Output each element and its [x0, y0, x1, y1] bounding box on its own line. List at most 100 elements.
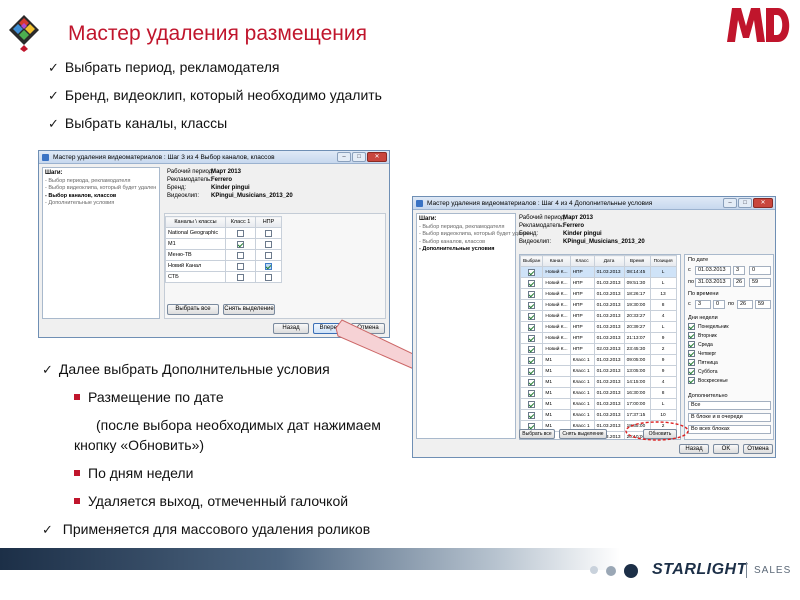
row-checkbox[interactable]: [528, 411, 536, 419]
ok-button[interactable]: OK: [713, 444, 739, 454]
table-cell: Новий К...: [542, 310, 571, 322]
checkbox[interactable]: [237, 229, 244, 237]
minute-from-input[interactable]: 0: [749, 266, 771, 275]
weekday-item[interactable]: Среда: [688, 341, 729, 350]
hour-from-input[interactable]: 3: [733, 266, 745, 275]
extra-select-3[interactable]: Во всех блоках: [688, 425, 771, 434]
table-cell: 08:14:45: [623, 266, 651, 278]
column-header[interactable]: Класс: [569, 255, 595, 267]
column-header[interactable]: Дата: [593, 255, 625, 267]
table-cell: Новий К...: [542, 288, 571, 300]
footer-stripe: [0, 548, 620, 570]
table-cell: 8: [649, 299, 677, 311]
table-row: M1: [165, 238, 282, 250]
weekday-checkbox[interactable]: [688, 350, 695, 358]
weekday-item[interactable]: Четверг: [688, 350, 729, 359]
row-checkbox[interactable]: [528, 367, 536, 375]
table-row[interactable]: M1 Класс 1 01.03.2013 09:05:00 9: [520, 354, 677, 366]
row-checkbox[interactable]: [528, 312, 536, 320]
row-checkbox[interactable]: [528, 323, 536, 331]
weekday-item[interactable]: Воскресенье: [688, 377, 729, 386]
deselect-button[interactable]: Снять выделение: [223, 304, 275, 315]
grid-header[interactable]: НПР: [255, 216, 282, 228]
weekday-item[interactable]: Суббота: [688, 368, 729, 377]
table-row[interactable]: M1 Класс 1 01.03.2013 14:15:00 4: [520, 376, 677, 388]
time-from-hour-input[interactable]: 3: [695, 300, 711, 309]
checkbox[interactable]: [265, 240, 272, 248]
table-row[interactable]: M1 Класс 1 01.03.2013 13:05:00 9: [520, 365, 677, 377]
table-row[interactable]: M1 Класс 1 01.03.2013 17:37:15 10: [520, 409, 677, 421]
column-header[interactable]: Канал: [542, 255, 571, 267]
row-checkbox[interactable]: [528, 279, 536, 287]
grid-header[interactable]: Класс 1: [225, 216, 256, 228]
row-checkbox[interactable]: [528, 301, 536, 309]
checkbox[interactable]: [237, 240, 244, 248]
checkbox[interactable]: [265, 251, 272, 259]
weekday-item[interactable]: Вторник: [688, 332, 729, 341]
row-checkbox[interactable]: [528, 356, 536, 364]
minute-to-input[interactable]: 59: [749, 278, 771, 287]
checkbox[interactable]: [265, 262, 272, 270]
extra-select-1[interactable]: Все: [688, 401, 771, 410]
table-row[interactable]: Новий К... НПР 01.03.2013 19:30:00 8: [520, 299, 677, 311]
row-checkbox[interactable]: [528, 268, 536, 276]
table-row[interactable]: Новий К... НПР 02.03.2013 23:45:30 2: [520, 343, 677, 355]
table-row[interactable]: Новий К... НПР 01.03.2013 18:26:17 13: [520, 288, 677, 300]
close-button[interactable]: ✕: [367, 152, 387, 162]
weekday-checkbox[interactable]: [688, 332, 695, 340]
time-to-minute-input[interactable]: 59: [755, 300, 771, 309]
date-from-input[interactable]: 01.03.2013: [695, 266, 731, 275]
deselect-button[interactable]: Снять выделение: [559, 429, 607, 439]
row-checkbox[interactable]: [528, 345, 536, 353]
grid-header[interactable]: Каналы \ классы: [165, 216, 226, 228]
time-to-hour-input[interactable]: 26: [737, 300, 753, 309]
select-all-button[interactable]: Выбрать все: [519, 429, 555, 439]
minimize-button[interactable]: –: [723, 198, 737, 208]
hour-to-input[interactable]: 26: [733, 278, 745, 287]
back-button[interactable]: Назад: [273, 323, 309, 334]
column-header[interactable]: Время: [623, 255, 651, 267]
date-to-input[interactable]: 31.03.2013: [695, 278, 731, 287]
slide: Мастер удаления размещения ✓ Выбрать пер…: [0, 0, 800, 600]
maximize-button[interactable]: □: [738, 198, 752, 208]
row-checkbox[interactable]: [528, 400, 536, 408]
window-titlebar[interactable]: Мастер удаления видеоматериалов : Шаг 3 …: [39, 151, 389, 164]
weekday-checkbox[interactable]: [688, 341, 695, 349]
checkbox[interactable]: [265, 273, 272, 281]
table-row[interactable]: Новий К... НПР 01.03.2013 20:39:27 L: [520, 321, 677, 333]
table-cell: 4: [649, 376, 677, 388]
close-button[interactable]: ✕: [753, 198, 773, 208]
checkbox[interactable]: [237, 251, 244, 259]
row-checkbox[interactable]: [528, 378, 536, 386]
row-checkbox[interactable]: [528, 334, 536, 342]
minimize-button[interactable]: –: [337, 152, 351, 162]
table-row[interactable]: Новий К... НПР 01.03.2013 20:33:27 4: [520, 310, 677, 322]
weekday-checkbox[interactable]: [688, 368, 695, 376]
select-all-button[interactable]: Выбрать все: [167, 304, 219, 315]
back-button[interactable]: Назад: [679, 444, 709, 454]
checkbox[interactable]: [237, 273, 244, 281]
extra-select-2[interactable]: В блоке и в очереди: [688, 413, 771, 422]
table-row[interactable]: M1 Класс 1 01.03.2013 16:30:00 8: [520, 387, 677, 399]
table-row[interactable]: M1 Класс 1 01.03.2013 17:00:00 L: [520, 398, 677, 410]
table-row[interactable]: Новий К... НПР 01.03.2013 21:13:07 9: [520, 332, 677, 344]
column-header[interactable]: Выбран: [520, 255, 544, 267]
weekday-checkbox[interactable]: [688, 377, 695, 385]
table-cell: 01.03.2013: [593, 398, 625, 410]
weekday-checkbox[interactable]: [688, 323, 695, 331]
table-row[interactable]: Новий К... НПР 01.03.2013 09:51:30 L: [520, 277, 677, 289]
table-row[interactable]: Новий К... НПР 01.03.2013 08:14:45 L: [520, 266, 677, 278]
weekday-checkbox[interactable]: [688, 359, 695, 367]
weekday-item[interactable]: Понедельник: [688, 323, 729, 332]
row-checkbox[interactable]: [528, 290, 536, 298]
window-titlebar[interactable]: Мастер удаления видеоматериалов : Шаг 4 …: [413, 197, 775, 210]
checkbox[interactable]: [237, 262, 244, 270]
row-checkbox[interactable]: [528, 389, 536, 397]
cancel-button[interactable]: Отмена: [743, 444, 773, 454]
weekday-item[interactable]: Пятница: [688, 359, 729, 368]
maximize-button[interactable]: □: [352, 152, 366, 162]
column-header[interactable]: Позиция: [649, 255, 677, 267]
checkbox[interactable]: [265, 229, 272, 237]
bullet-3b: кнопку «Обновить»): [74, 437, 205, 453]
time-from-minute-input[interactable]: 0: [713, 300, 725, 309]
